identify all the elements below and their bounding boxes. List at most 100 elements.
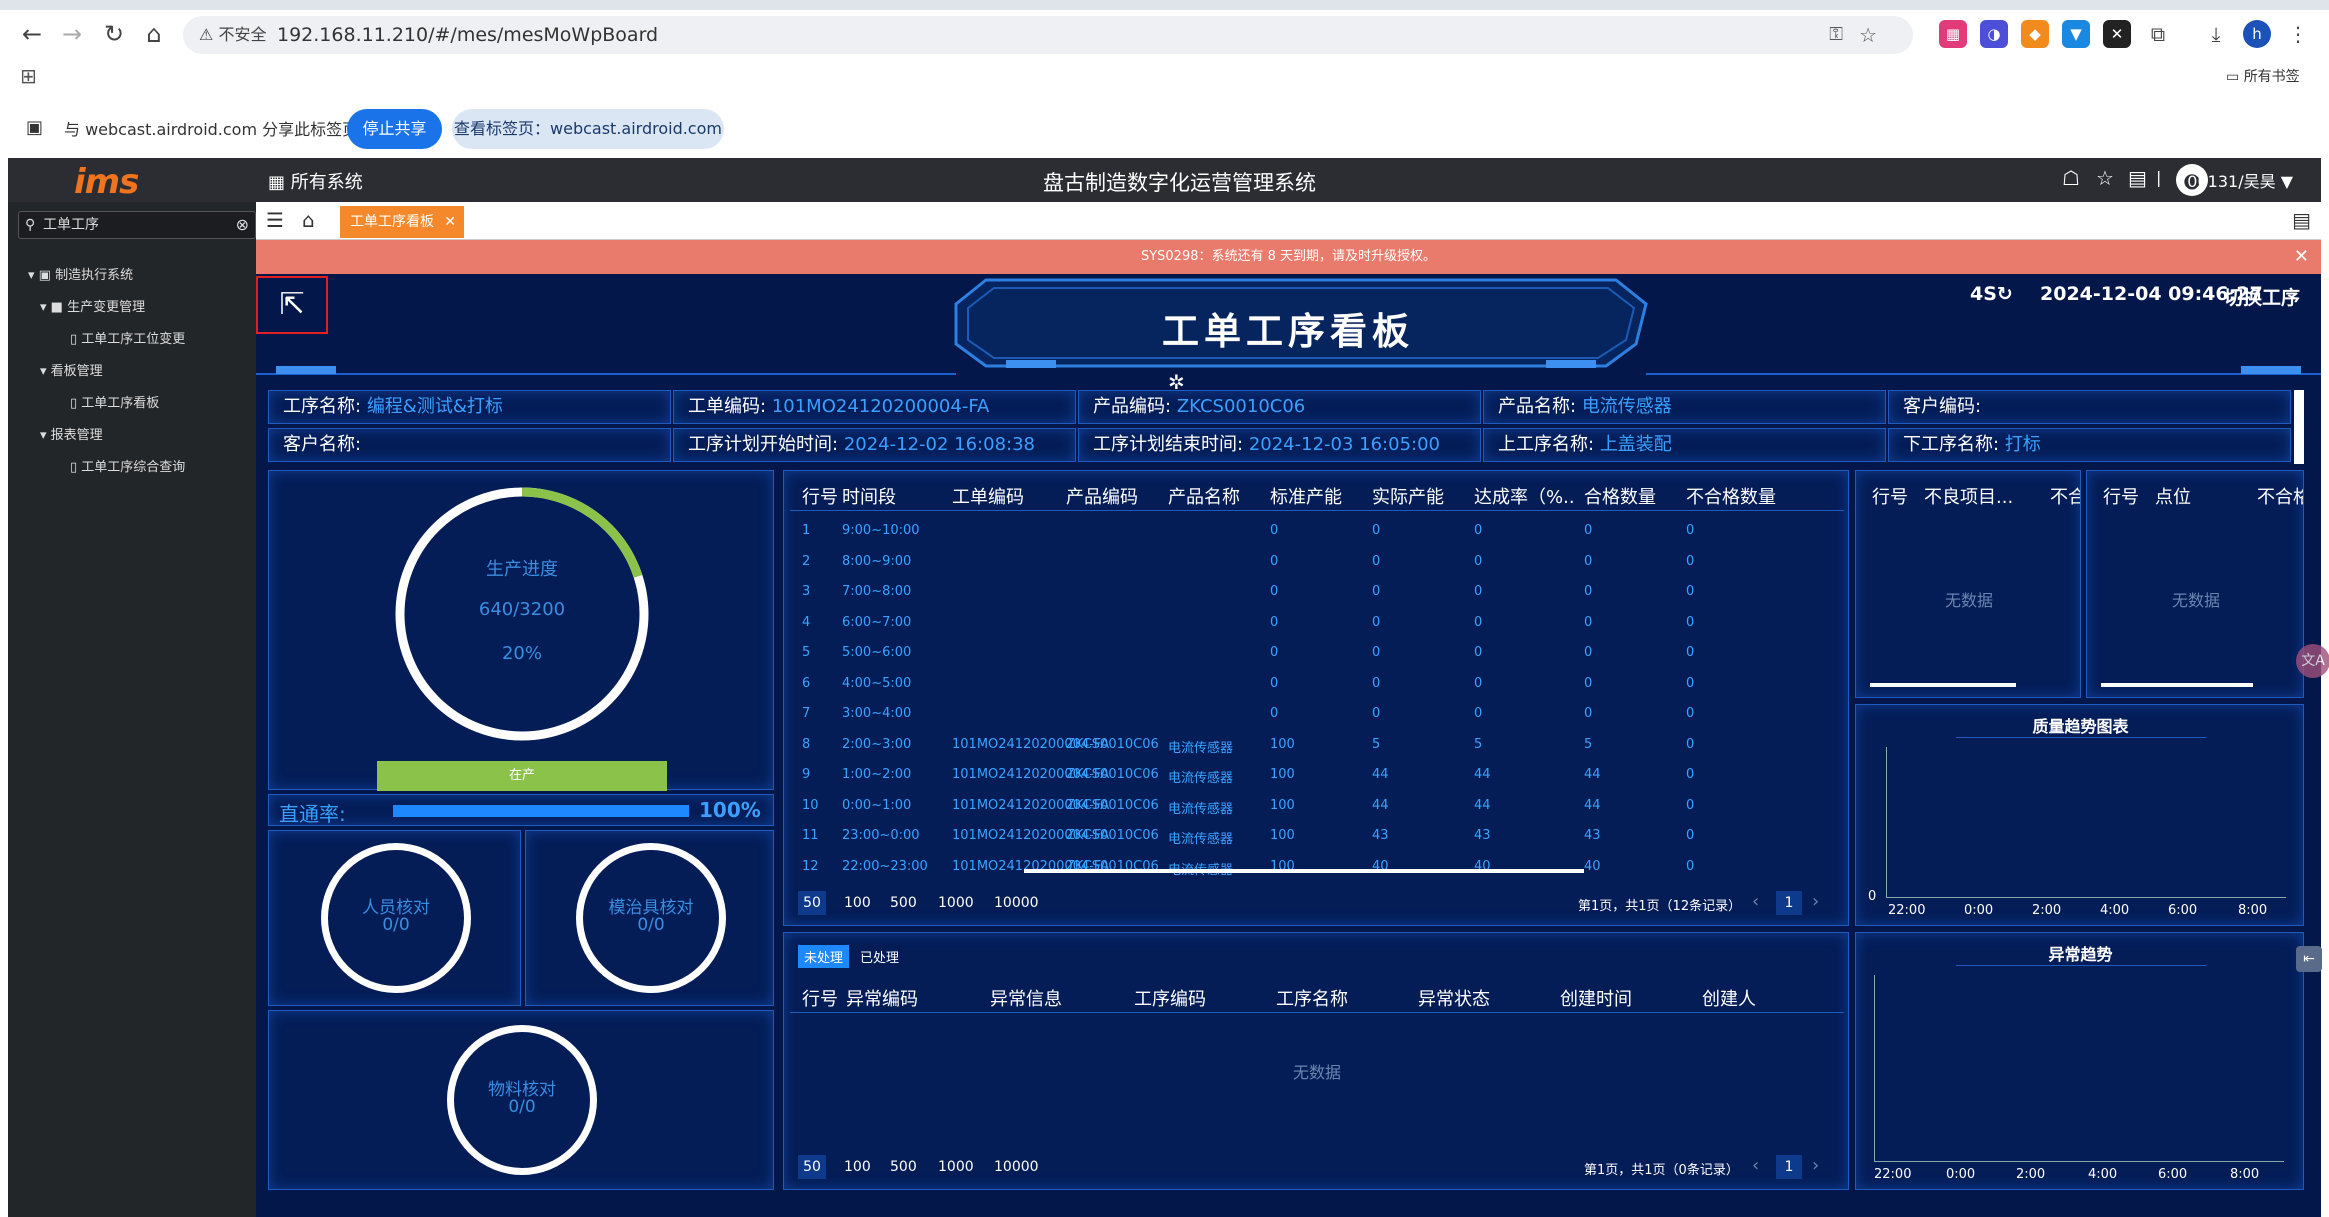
table-row[interactable]: 8 2:00~3:00 101MO24120200004-FA ZKCS0010C06…: [790, 729, 1844, 759]
table-row[interactable]: 12 22:00~23:00 101MO24120200004-FA ZKCS0010…: [790, 851, 1844, 881]
clear-icon[interactable]: ⊗: [236, 212, 249, 238]
current-page[interactable]: 1: [1776, 891, 1802, 915]
col-header[interactable]: 行号: [802, 985, 838, 1011]
password-key-icon[interactable]: ⚿: [1829, 16, 1843, 54]
col-header[interactable]: 产品编码: [1066, 483, 1138, 509]
table-row[interactable]: 6 4:00~5:00 0 0 0 0 0: [790, 668, 1844, 698]
browser-menu-icon[interactable]: ⋮: [2284, 20, 2312, 48]
menu-search-input[interactable]: ⚲ 工单工序 ⊗: [18, 211, 256, 239]
favorite-star-icon[interactable]: ☆: [2096, 166, 2114, 190]
tab-unprocessed[interactable]: 未处理: [798, 945, 850, 968]
open-new-window-button[interactable]: ⇱: [256, 276, 328, 334]
page-size-option[interactable]: 10000: [994, 895, 1039, 911]
table-row[interactable]: 2 8:00~9:00 0 0 0 0 0: [790, 546, 1844, 576]
table-row[interactable]: 9 1:00~2:00 101MO24120200004-FA ZKCS0010C06…: [790, 759, 1844, 789]
switch-process-button[interactable]: 切换工序: [2224, 283, 2300, 310]
col-header[interactable]: 点位: [2155, 483, 2191, 509]
col-header[interactable]: 达成率（%...: [1474, 483, 1574, 509]
col-header[interactable]: 工序编码: [1134, 985, 1206, 1011]
prev-page-icon[interactable]: ‹: [1752, 891, 1759, 912]
col-header[interactable]: 不良项目...: [1924, 483, 2013, 509]
col-header[interactable]: 异常信息: [990, 985, 1062, 1011]
tree-item-report-mgmt[interactable]: ▾ 报表管理: [40, 424, 103, 443]
horizontal-scrollbar[interactable]: [2101, 683, 2253, 687]
url-text[interactable]: 192.168.11.210/#/mes/mesMoWpBoard: [277, 16, 658, 54]
page-size-option[interactable]: 1000: [938, 1159, 974, 1175]
col-header[interactable]: 创建时间: [1560, 985, 1632, 1011]
col-header[interactable]: 不合: [2050, 483, 2080, 509]
tree-item-board-mgmt[interactable]: ▾ 看板管理: [40, 360, 103, 379]
next-page-icon[interactable]: ›: [1812, 891, 1819, 912]
tab-wo-board[interactable]: 工单工序看板 ✕: [340, 206, 464, 238]
reload-icon[interactable]: ↻: [94, 14, 134, 54]
side-tool-icon[interactable]: ⇤: [2296, 946, 2322, 972]
page-size-option[interactable]: 500: [890, 1159, 917, 1175]
address-bar[interactable]: ⚠ 不安全 192.168.11.210/#/mes/mesMoWpBoard …: [183, 16, 1913, 54]
col-header[interactable]: 异常状态: [1418, 985, 1490, 1011]
col-header[interactable]: 实际产能: [1372, 483, 1444, 509]
table-row[interactable]: 5 5:00~6:00 0 0 0 0 0: [790, 637, 1844, 667]
all-bookmarks[interactable]: ▭ 所有书签: [2226, 66, 2300, 86]
tree-item-wo-board[interactable]: ▯ 工单工序看板: [70, 392, 159, 411]
user-menu[interactable]: 00131/吴昊 ▼: [2187, 168, 2293, 192]
home-icon[interactable]: ⌂: [134, 14, 174, 54]
col-header[interactable]: 时间段: [842, 483, 896, 509]
horizontal-scrollbar[interactable]: [1870, 683, 2016, 687]
col-header[interactable]: 合格数量: [1584, 483, 1656, 509]
vpn-extension-icon[interactable]: ▼: [2062, 20, 2090, 48]
page-size-option[interactable]: 100: [844, 1159, 871, 1175]
forward-icon[interactable]: →: [52, 14, 92, 54]
extensions-puzzle-icon[interactable]: ⧉: [2144, 20, 2172, 48]
current-page[interactable]: 1: [1776, 1155, 1802, 1179]
col-header[interactable]: 行号: [802, 483, 838, 509]
home-tab-icon[interactable]: ⌂: [302, 208, 315, 232]
horizontal-scrollbar[interactable]: [1024, 869, 1584, 873]
col-header[interactable]: 标准产能: [1270, 483, 1342, 509]
close-icon[interactable]: ✕: [2294, 240, 2309, 274]
metamask-extension-icon[interactable]: ◆: [2021, 20, 2049, 48]
download-icon[interactable]: ⤓: [2202, 20, 2230, 48]
bookmark-star-icon[interactable]: ☆: [1859, 16, 1877, 54]
col-header[interactable]: 工序名称: [1276, 985, 1348, 1011]
col-header[interactable]: 工单编码: [952, 483, 1024, 509]
building-icon[interactable]: ▤: [2128, 166, 2147, 190]
page-size-option[interactable]: 10000: [994, 1159, 1039, 1175]
table-row[interactable]: 4 6:00~7:00 0 0 0 0 0: [790, 607, 1844, 637]
profile-avatar[interactable]: h: [2243, 20, 2271, 48]
tree-item-mes[interactable]: ▾ ▣ 制造执行系统: [28, 264, 133, 283]
prev-page-icon[interactable]: ‹: [1752, 1155, 1759, 1176]
back-icon[interactable]: ←: [12, 14, 52, 54]
stop-sharing-button[interactable]: 停止共享: [347, 109, 442, 149]
robot-icon[interactable]: ☖: [2062, 166, 2080, 190]
tree-item-change-mgmt[interactable]: ▾ ■ 生产变更管理: [40, 296, 145, 315]
tab-processed[interactable]: 已处理: [860, 947, 899, 966]
tree-item-station-change[interactable]: ▯ 工单工序工位变更: [70, 328, 185, 347]
translate-float-icon[interactable]: 文A: [2296, 644, 2329, 678]
table-row[interactable]: 1 9:00~10:00 0 0 0 0 0: [790, 515, 1844, 545]
table-row[interactable]: 7 3:00~4:00 0 0 0 0 0: [790, 698, 1844, 728]
refresh-interval[interactable]: 4S↻: [1970, 283, 2013, 305]
page-size-option[interactable]: 500: [890, 895, 917, 911]
menu-toggle-icon[interactable]: ☰: [266, 208, 284, 232]
all-systems-menu[interactable]: ▦ 所有系统: [268, 168, 363, 194]
close-icon[interactable]: ✕: [444, 206, 456, 238]
extension-icon-2[interactable]: ◑: [1980, 20, 2008, 48]
col-header[interactable]: 不合格: [2257, 483, 2303, 509]
page-size-option[interactable]: 50: [798, 891, 826, 915]
tree-item-wo-query[interactable]: ▯ 工单工序综合查询: [70, 456, 185, 475]
extension-icon-5[interactable]: ✕: [2103, 20, 2131, 48]
insecure-indicator[interactable]: ⚠ 不安全: [199, 16, 266, 54]
col-header[interactable]: 产品名称: [1168, 483, 1240, 509]
col-header[interactable]: 异常编码: [846, 985, 918, 1011]
col-header[interactable]: 行号: [2103, 483, 2139, 509]
extension-icon-1[interactable]: ▦: [1939, 20, 1967, 48]
next-page-icon[interactable]: ›: [1812, 1155, 1819, 1176]
apps-grid-icon[interactable]: ⊞: [20, 64, 37, 88]
col-header[interactable]: 不合格数量: [1686, 483, 1776, 509]
page-size-option[interactable]: 1000: [938, 895, 974, 911]
info-scrollbar[interactable]: [2294, 390, 2304, 464]
col-header[interactable]: 创建人: [1702, 985, 1756, 1011]
table-row[interactable]: 11 23:00~0:00 101MO24120200004-FA ZKCS0010C…: [790, 820, 1844, 850]
page-size-option[interactable]: 50: [798, 1155, 826, 1179]
tab-list-icon[interactable]: ▤: [2292, 208, 2311, 232]
